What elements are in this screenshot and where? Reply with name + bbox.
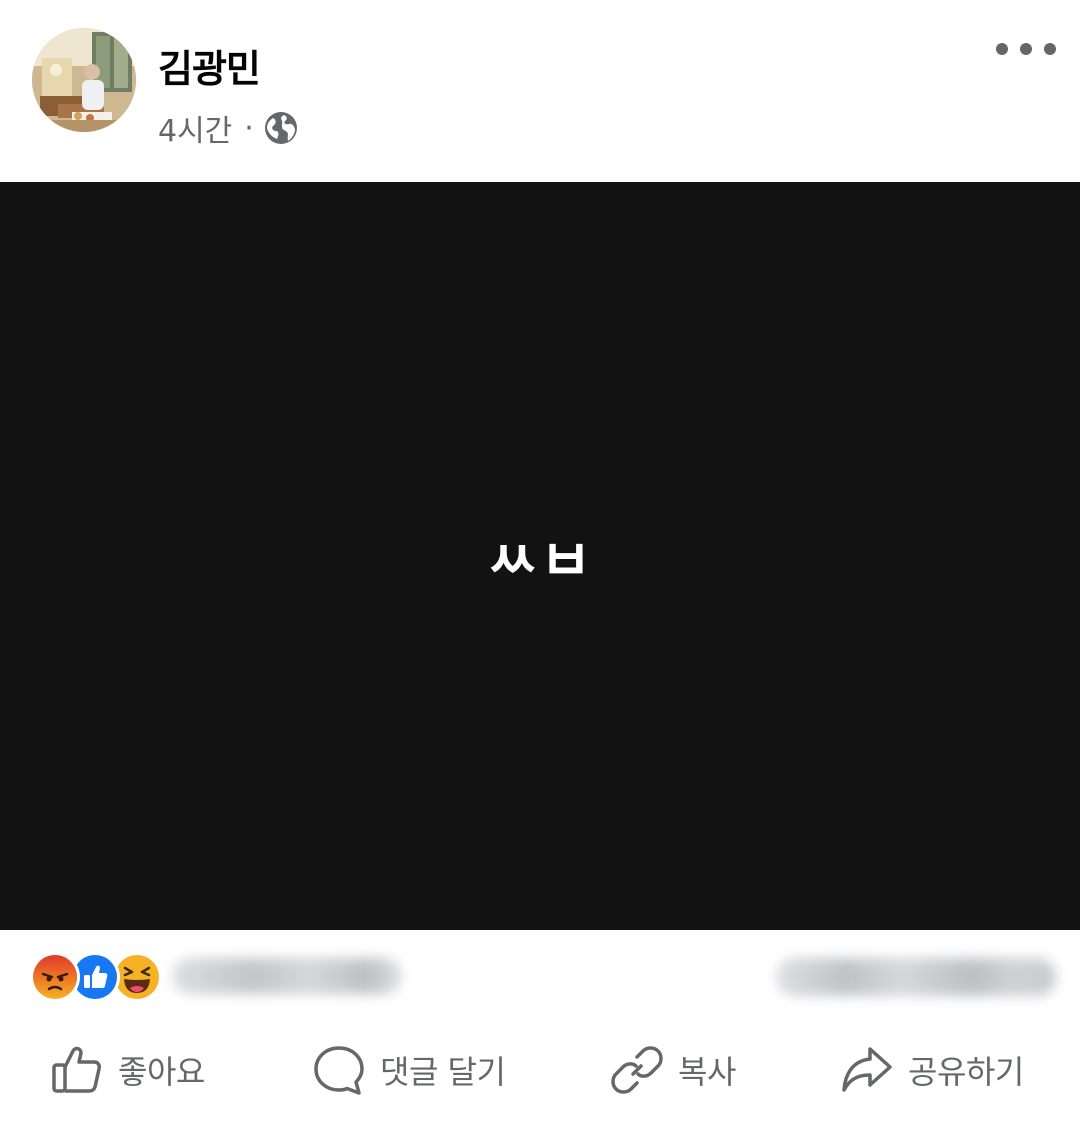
link-icon [610,1043,664,1097]
avatar-photo [32,28,136,132]
thumbs-up-icon [50,1043,104,1097]
media-text: ㅆㅂ [486,528,594,594]
like-button[interactable]: 좋아요 [50,1042,205,1098]
comment-label: 댓글 달기 [380,1053,506,1091]
meta-separator: · [244,110,254,146]
more-dot [1020,43,1032,55]
more-dot [996,43,1008,55]
post-meta: 4시간 · [158,106,298,150]
share-label: 공유하기 [908,1053,1024,1091]
share-arrow-icon [840,1043,894,1097]
like-label: 좋아요 [118,1053,205,1091]
angry-reaction-icon [30,952,80,1002]
author-avatar[interactable] [32,28,136,132]
more-options-icon[interactable] [996,34,1056,64]
author-name[interactable]: 김광민 [158,38,261,93]
copy-link-button[interactable]: 복사 [610,1042,736,1098]
comment-bubble-icon [312,1043,366,1097]
post-time[interactable]: 4시간 [158,106,232,150]
reaction-icons[interactable] [30,952,162,1002]
reactions-summary [0,930,1080,1018]
globe-icon[interactable] [264,111,298,145]
post-media[interactable]: ㅆㅂ [0,182,1080,930]
reaction-count-blurred[interactable] [172,958,402,994]
more-dot [1044,43,1056,55]
share-button[interactable]: 공유하기 [840,1042,1024,1098]
comment-share-stats-blurred[interactable] [776,958,1056,996]
action-bar: 좋아요 댓글 달기 복사 공유하기 [0,1018,1080,1122]
copy-label: 복사 [678,1053,736,1091]
comment-button[interactable]: 댓글 달기 [312,1042,506,1098]
post-header: 김광민 4시간 · [0,0,1080,182]
